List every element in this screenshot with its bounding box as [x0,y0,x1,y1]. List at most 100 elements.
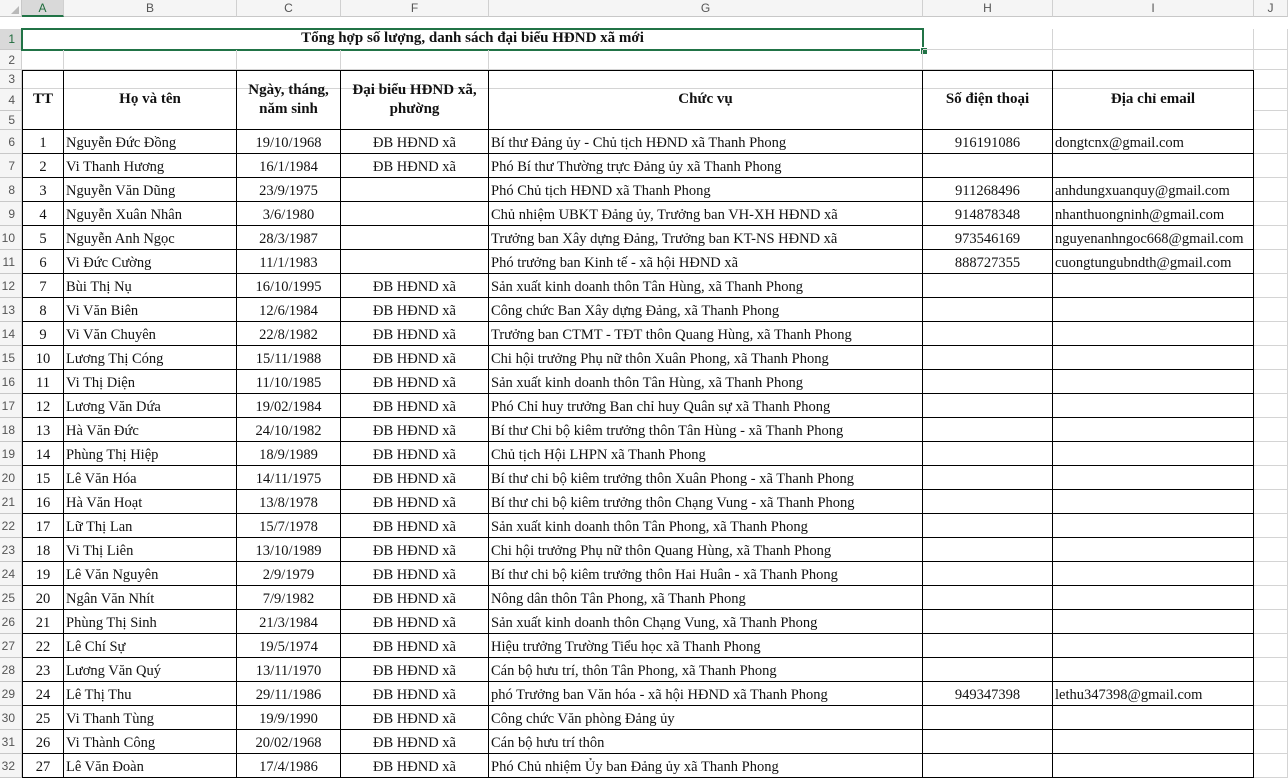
spreadsheet-grid[interactable]: A B C F G H I J 1 2 3 4 5 6 7 8 9 10 11 12 13 14 15 16 17 18 19 20 2… [0,0,1288,778]
cell-position[interactable]: Chủ nhiệm UBKT Đảng ủy, Trưởng ban VH-XH… [489,202,923,226]
grid-cell[interactable] [1053,50,1254,70]
cell-name[interactable]: Bùi Thị Nụ [64,274,237,298]
cell-name[interactable]: Nguyễn Anh Ngọc [64,226,237,250]
cell-email[interactable] [1053,730,1254,754]
grid-cell[interactable] [64,50,237,70]
cell-position[interactable]: Bí thư chi bộ kiêm trưởng thôn Hai Huân … [489,562,923,586]
cell-tt[interactable]: 18 [22,538,64,562]
cell-phone[interactable] [923,274,1053,298]
column-header-a[interactable]: A [22,0,64,17]
cell-phone[interactable] [923,730,1053,754]
cell-dob[interactable]: 20/02/1968 [237,730,341,754]
cell-position[interactable]: Trưởng ban Xây dựng Đảng, Trưởng ban KT-… [489,226,923,250]
cell-delegate[interactable]: ĐB HĐND xã [341,754,489,778]
cell-position[interactable]: phó Trưởng ban Văn hóa - xã hội HĐND xã … [489,682,923,706]
cell-dob[interactable]: 13/11/1970 [237,658,341,682]
cell-phone[interactable] [923,610,1053,634]
cell-dob[interactable]: 16/10/1995 [237,274,341,298]
select-all-corner[interactable] [0,0,22,17]
cell-phone[interactable] [923,394,1053,418]
cell-delegate[interactable]: ĐB HĐND xã [341,658,489,682]
grid-cell[interactable] [1254,754,1288,778]
cell-dob[interactable]: 19/9/1990 [237,706,341,730]
row-header-7[interactable]: 7 [0,154,22,178]
cell-email[interactable] [1053,154,1254,178]
grid-cell[interactable] [1254,730,1288,754]
row-header-30[interactable]: 30 [0,706,22,730]
cell-delegate[interactable]: ĐB HĐND xã [341,682,489,706]
grid-cell[interactable] [1254,202,1288,226]
column-header-i[interactable]: I [1053,0,1254,17]
cell-tt[interactable]: 11 [22,370,64,394]
row-header-8[interactable]: 8 [0,178,22,202]
cell-delegate[interactable]: ĐB HĐND xã [341,130,489,154]
cell-tt[interactable]: 26 [22,730,64,754]
cell-email[interactable] [1053,706,1254,730]
cell-email[interactable] [1053,322,1254,346]
cell-tt[interactable]: 23 [22,658,64,682]
cell-email[interactable]: dongtcnx@gmail.com [1053,130,1254,154]
cell-tt[interactable]: 10 [22,346,64,370]
cell-phone[interactable]: 888727355 [923,250,1053,274]
column-header-c[interactable]: C [237,0,341,17]
grid-cell[interactable] [1254,538,1288,562]
cell-email[interactable] [1053,418,1254,442]
cell-tt[interactable]: 19 [22,562,64,586]
cell-phone[interactable]: 916191086 [923,130,1053,154]
cell-email[interactable] [1053,586,1254,610]
grid-cell[interactable] [489,50,923,70]
cell-tt[interactable]: 24 [22,682,64,706]
cell-name[interactable]: Nguyễn Xuân Nhân [64,202,237,226]
cell-name[interactable]: Vi Thị Diện [64,370,237,394]
grid-cell[interactable] [22,50,64,70]
grid-cell[interactable] [1254,89,1288,111]
cell-position[interactable]: Chi hội trưởng Phụ nữ thôn Xuân Phong, x… [489,346,923,370]
grid-cell[interactable] [1254,250,1288,274]
column-header-f[interactable]: F [341,0,489,17]
grid-cell[interactable] [1254,562,1288,586]
cell-email[interactable] [1053,658,1254,682]
grid-cell[interactable] [1254,610,1288,634]
row-header-22[interactable]: 22 [0,514,22,538]
cell-position[interactable]: Chi hội trưởng Phụ nữ thôn Quang Hùng, x… [489,538,923,562]
cell-dob[interactable]: 18/9/1989 [237,442,341,466]
cell-position[interactable]: Phó Bí thư Thường trực Đảng ủy xã Thanh … [489,154,923,178]
cell-delegate[interactable] [341,202,489,226]
cell-name[interactable]: Hà Văn Đức [64,418,237,442]
cell-position[interactable]: Hiệu trưởng Trường Tiểu học xã Thanh Pho… [489,634,923,658]
grid-cell[interactable] [1053,29,1254,50]
grid-cell[interactable] [237,50,341,70]
cell-dob[interactable]: 13/8/1978 [237,490,341,514]
row-header-17[interactable]: 17 [0,394,22,418]
cell-tt[interactable]: 20 [22,586,64,610]
row-header-4[interactable]: 4 [0,89,22,111]
grid-cell[interactable] [1254,178,1288,202]
cell-name[interactable]: Lương Thị Cóng [64,346,237,370]
cell-dob[interactable]: 14/11/1975 [237,466,341,490]
row-header-6[interactable]: 6 [0,130,22,154]
cell-position[interactable]: Công chức Văn phòng Đảng ủy [489,706,923,730]
cell-name[interactable]: Ngân Văn Nhít [64,586,237,610]
cell-dob[interactable]: 12/6/1984 [237,298,341,322]
cell-delegate[interactable]: ĐB HĐND xã [341,442,489,466]
grid-cell[interactable] [1254,70,1288,89]
row-header-12[interactable]: 12 [0,274,22,298]
row-header-26[interactable]: 26 [0,610,22,634]
row-header-1[interactable]: 1 [0,29,22,50]
row-header-25[interactable]: 25 [0,586,22,610]
row-header-28[interactable]: 28 [0,658,22,682]
cell-dob[interactable]: 15/7/1978 [237,514,341,538]
row-header-20[interactable]: 20 [0,466,22,490]
cell-phone[interactable] [923,346,1053,370]
cell-tt[interactable]: 22 [22,634,64,658]
cell-position[interactable]: Sản xuất kinh doanh thôn Chạng Vung, xã … [489,610,923,634]
row-header-19[interactable]: 19 [0,442,22,466]
cell-dob[interactable]: 13/10/1989 [237,538,341,562]
grid-cell[interactable] [1254,226,1288,250]
cell-delegate[interactable]: ĐB HĐND xã [341,706,489,730]
grid-cell[interactable] [1254,274,1288,298]
grid-cell[interactable] [341,50,489,70]
cell-tt[interactable]: 9 [22,322,64,346]
grid-cell[interactable] [1254,466,1288,490]
cell-name[interactable]: Lương Văn Dứa [64,394,237,418]
